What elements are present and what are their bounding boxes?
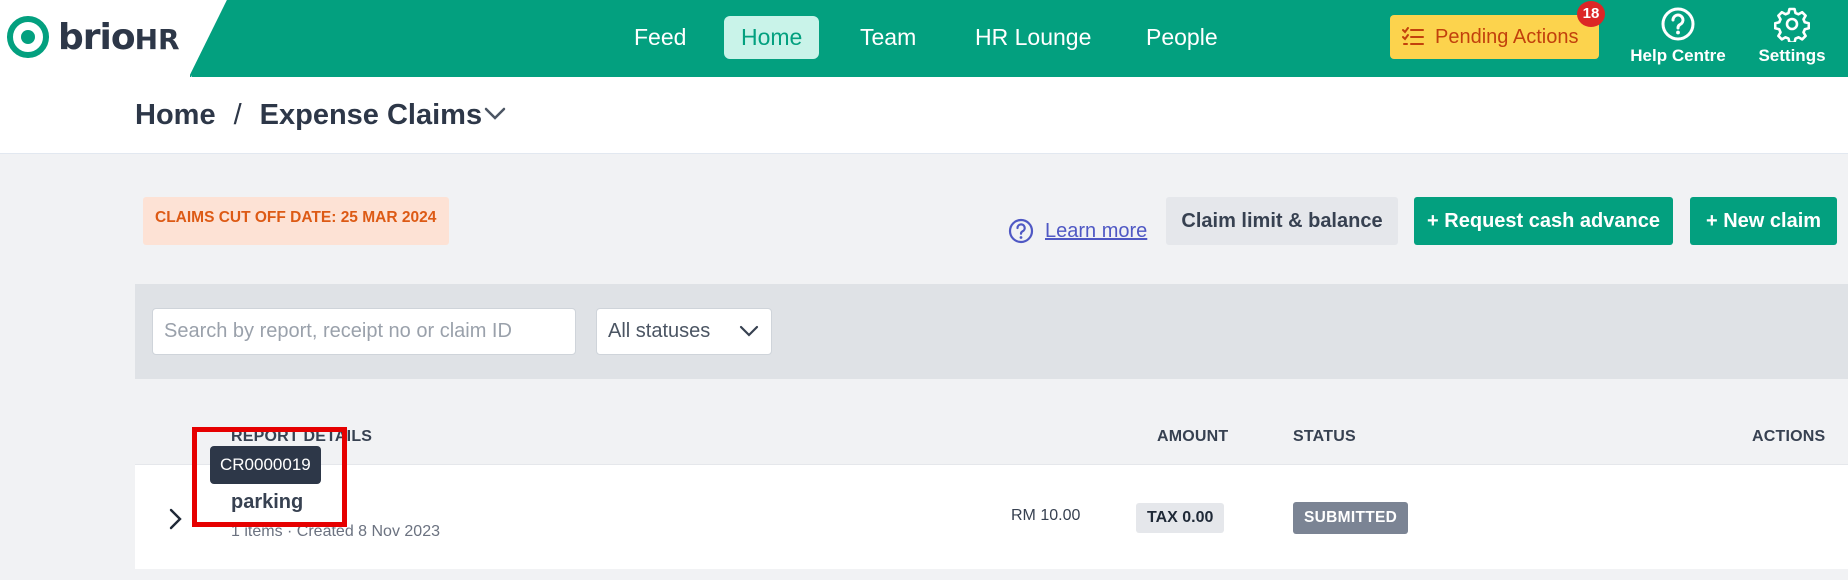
chevron-down-icon: [739, 325, 759, 337]
column-header-amount: AMOUNT: [1157, 428, 1229, 445]
help-centre-button[interactable]: Help Centre: [1628, 6, 1728, 74]
breadcrumb-home[interactable]: Home: [135, 99, 216, 131]
nav-team[interactable]: Team: [843, 16, 933, 59]
breadcrumb: Home / Expense Claims: [135, 99, 482, 132]
column-header-status: STATUS: [1293, 428, 1356, 445]
settings-button[interactable]: Settings: [1752, 6, 1832, 74]
brand-logo[interactable]: brioHR: [0, 0, 192, 77]
top-navigation-bar: brioHR Feed Home Team HR Lounge People P…: [0, 0, 1848, 77]
table-row[interactable]: parking 1 items · Created 8 Nov 2023 RM …: [135, 464, 1848, 569]
chevron-right-icon[interactable]: [168, 507, 184, 531]
learn-more-label: Learn more: [1045, 220, 1148, 242]
gear-icon: [1774, 7, 1810, 42]
chevron-down-icon[interactable]: [483, 104, 507, 124]
status-filter-select[interactable]: All statuses: [596, 308, 772, 355]
help-icon: [1661, 7, 1695, 41]
question-circle-icon: [1008, 218, 1034, 244]
brand-suffix: HR: [134, 23, 180, 56]
pending-actions-label: Pending Actions: [1435, 26, 1579, 48]
brand-name: brioHR: [58, 17, 180, 58]
status-filter-value: All statuses: [608, 320, 711, 342]
learn-more-link[interactable]: Learn more: [1008, 216, 1147, 246]
nav-people[interactable]: People: [1129, 16, 1235, 59]
breadcrumb-current: Expense Claims: [259, 99, 483, 131]
help-centre-label: Help Centre: [1630, 46, 1726, 65]
new-claim-button[interactable]: + New claim: [1690, 197, 1837, 245]
filter-panel: All statuses: [135, 284, 1848, 379]
request-cash-advance-button[interactable]: + Request cash advance: [1414, 197, 1673, 245]
breadcrumb-bar: Home / Expense Claims: [0, 77, 1848, 154]
brio-logo-icon: [7, 16, 49, 58]
highlight-box: [192, 427, 347, 527]
search-input[interactable]: [152, 308, 576, 355]
status-badge: SUBMITTED: [1293, 502, 1409, 534]
claim-limit-balance-button[interactable]: Claim limit & balance: [1166, 197, 1398, 245]
checklist-icon: [1402, 27, 1424, 45]
settings-label: Settings: [1758, 46, 1826, 65]
claim-amount: RM 10.00: [1011, 507, 1081, 524]
claims-cutoff-banner: CLAIMS CUT OFF DATE: 25 MAR 2024: [143, 197, 449, 245]
nav-feed[interactable]: Feed: [617, 16, 703, 59]
nav-home[interactable]: Home: [724, 16, 820, 59]
pending-actions-button[interactable]: Pending Actions: [1390, 15, 1599, 59]
breadcrumb-separator: /: [233, 99, 242, 131]
tax-badge: TAX 0.00: [1136, 503, 1225, 533]
logo-divider: [190, 0, 229, 77]
nav-hr-lounge[interactable]: HR Lounge: [958, 16, 1108, 59]
column-header-actions: ACTIONS: [1752, 428, 1826, 445]
pending-count-badge: 18: [1577, 1, 1605, 27]
